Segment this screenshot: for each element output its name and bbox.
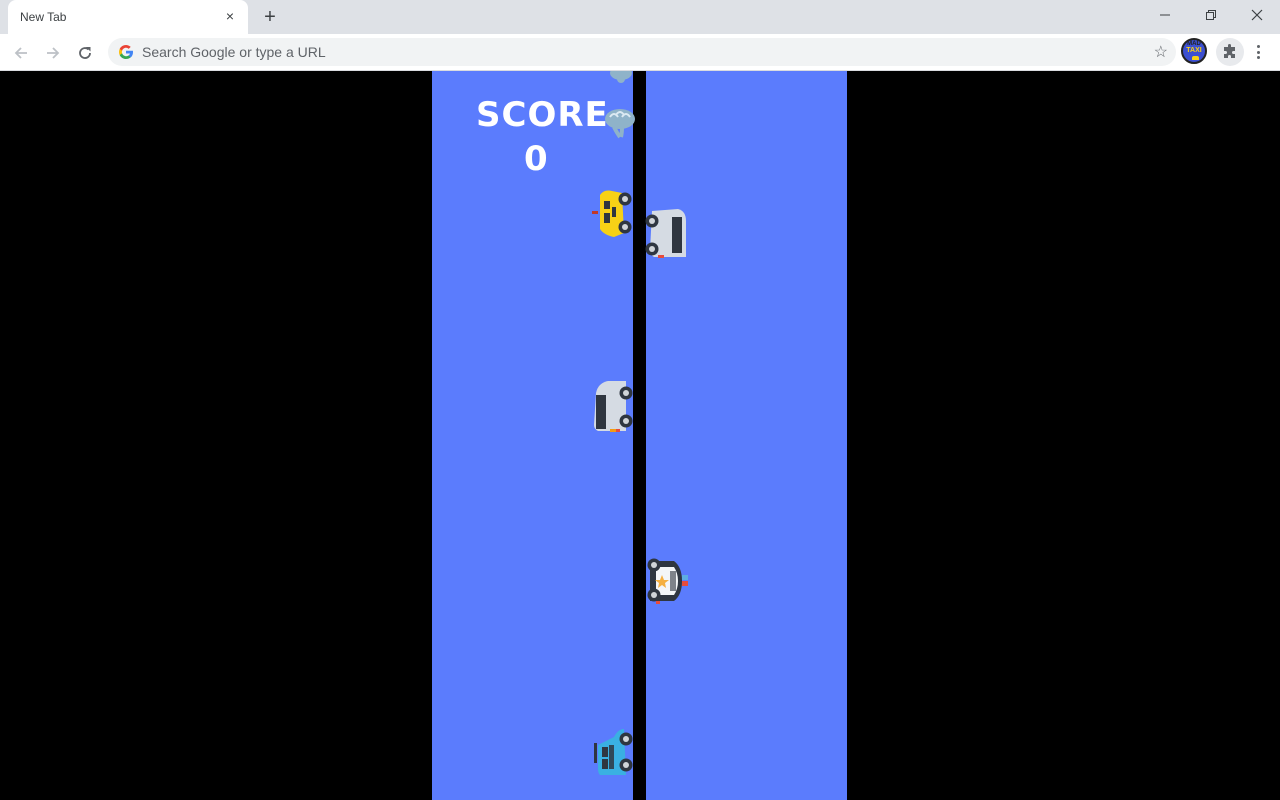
van-car — [645, 209, 686, 258]
browser-toolbar: Search Google or type a URL ☆ — [0, 34, 1280, 71]
browser-menu-button[interactable] — [1250, 42, 1266, 62]
extension-label-line2: TAXI — [1186, 47, 1202, 54]
extensions-button[interactable] — [1216, 38, 1244, 66]
restore-button[interactable] — [1188, 0, 1234, 30]
close-icon — [1251, 9, 1263, 21]
smoke-cloud-icon — [605, 109, 635, 139]
reload-icon — [79, 47, 91, 59]
close-window-button[interactable] — [1234, 0, 1280, 30]
omnibox-placeholder: Search Google or type a URL — [142, 44, 326, 60]
minimize-icon — [1160, 14, 1170, 16]
google-icon — [119, 45, 133, 59]
tab-new-tab[interactable]: New Tab × — [8, 0, 248, 34]
road-lane-right — [646, 71, 847, 800]
minimize-button[interactable] — [1142, 0, 1188, 30]
mad-taxi-extension-button[interactable]: MAD TAXI — [1181, 38, 1207, 64]
omnibox[interactable]: Search Google or type a URL ☆ — [108, 38, 1176, 66]
road-lane-left — [432, 71, 633, 800]
police-car — [647, 558, 688, 604]
taxi-car — [592, 190, 632, 237]
back-button[interactable] — [8, 40, 34, 66]
reload-button[interactable] — [72, 40, 98, 66]
smoke-cloud-icon — [610, 71, 632, 83]
taxi-icon — [1192, 56, 1199, 60]
score-value: 0 — [524, 139, 548, 179]
forward-button[interactable] — [40, 40, 66, 66]
tab-strip: New Tab × + — [0, 0, 1280, 34]
score-label: SCORE — [476, 95, 609, 135]
hatchback-car — [594, 729, 633, 775]
arrow-left-icon — [14, 47, 27, 59]
road-divider — [633, 71, 646, 800]
bookmark-star-icon[interactable]: ☆ — [1154, 42, 1168, 62]
tab-close-icon[interactable]: × — [222, 8, 238, 24]
game-viewport[interactable]: SCORE 0 — [0, 71, 1280, 800]
puzzle-icon — [1224, 44, 1235, 58]
restore-icon — [1206, 10, 1216, 20]
van-car — [594, 381, 633, 432]
arrow-right-icon — [47, 47, 60, 59]
new-tab-button[interactable]: + — [259, 6, 281, 28]
tab-title: New Tab — [20, 10, 67, 24]
